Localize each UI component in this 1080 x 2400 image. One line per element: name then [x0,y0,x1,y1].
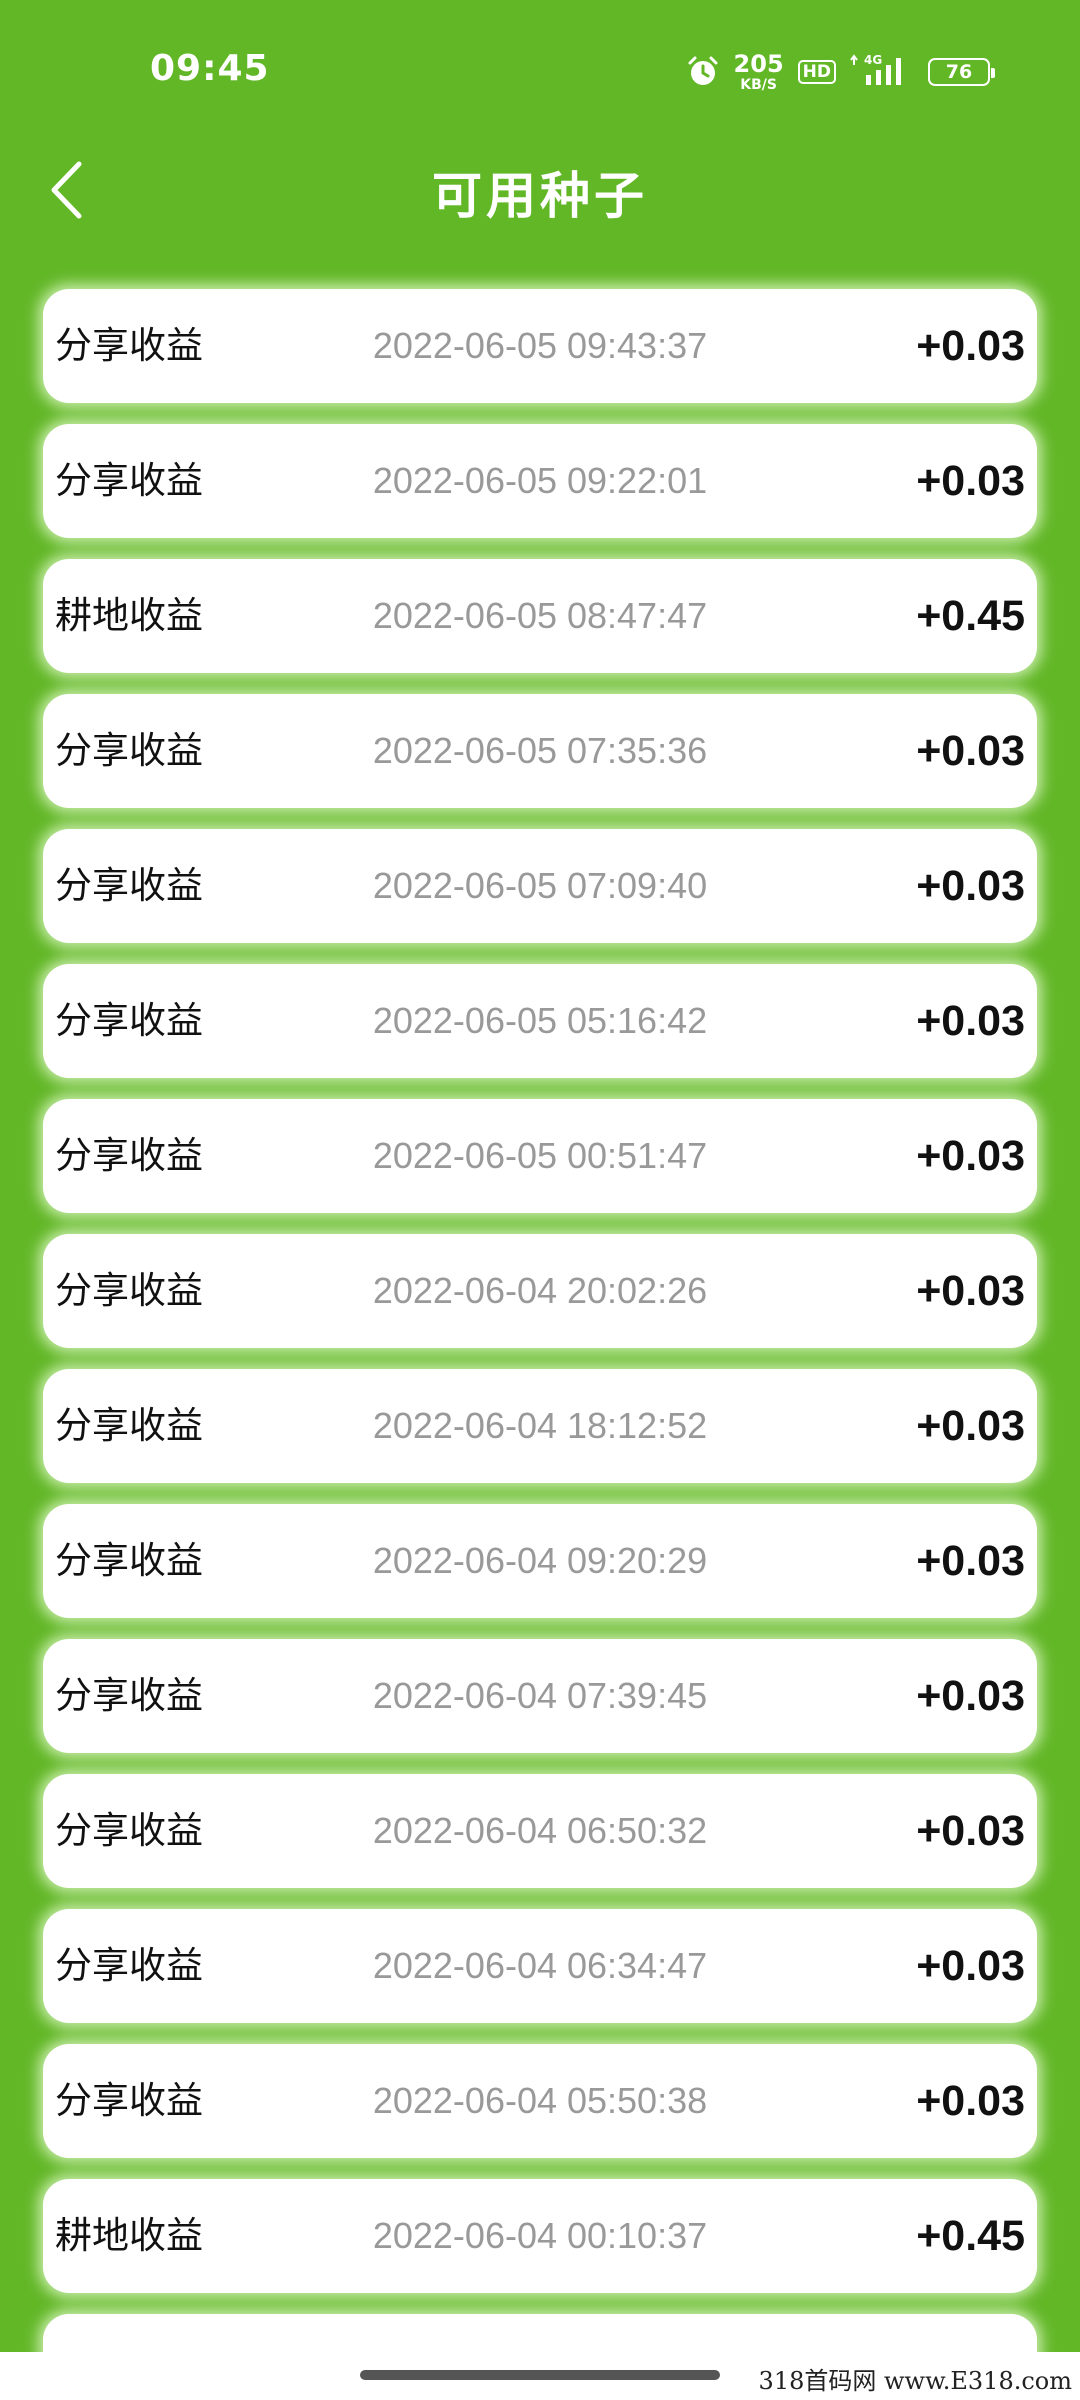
status-icons: 205 KB/S HD 4G 76 [686,50,995,94]
record-row[interactable]: 分享收益 2022-06-05 05:16:42 +0.03 [43,964,1037,1078]
record-amount: +0.03 [916,2077,1025,2125]
record-row[interactable]: 分享收益 2022-06-04 18:12:52 +0.03 [43,1369,1037,1483]
status-bar: 09:45 205 KB/S HD 4G 76 [0,0,1080,140]
record-row[interactable]: 分享收益 2022-06-04 09:20:29 +0.03 [43,1504,1037,1618]
record-row[interactable]: 分享收益 2022-06-05 07:09:40 +0.03 [43,829,1037,943]
record-time: 2022-06-05 07:35:36 [372,730,708,771]
record-amount: +0.03 [916,1132,1025,1180]
record-amount: +0.03 [916,1537,1025,1585]
record-time: 2022-06-05 09:43:37 [372,325,708,366]
record-row[interactable]: 分享收益 2022-06-05 00:51:47 +0.03 [43,1099,1037,1213]
record-time: 2022-06-04 06:34:47 [372,1945,708,1986]
network-type-label: 4G [864,53,882,67]
record-row[interactable]: 分享收益 2022-06-05 07:35:36 +0.03 [43,694,1037,808]
record-list[interactable]: 分享收益 2022-06-05 09:43:37 +0.03 分享收益 2022… [43,289,1037,2384]
record-time: 2022-06-04 20:02:26 [372,1270,708,1311]
signal-icon: 4G [850,53,914,91]
record-amount: +0.03 [916,322,1025,370]
record-amount: +0.03 [916,1807,1025,1855]
record-row[interactable]: 耕地收益 2022-06-05 08:47:47 +0.45 [43,559,1037,673]
battery-icon: 76 [928,58,995,86]
record-amount: +0.03 [916,727,1025,775]
home-indicator[interactable] [360,2370,720,2380]
net-speed-unit: KB/S [740,77,777,93]
record-time: 2022-06-05 09:22:01 [372,460,708,501]
record-amount: +0.03 [916,457,1025,505]
net-speed-value: 205 [733,50,784,78]
record-amount: +0.03 [916,1402,1025,1450]
record-time: 2022-06-04 09:20:29 [372,1540,708,1581]
watermark: 318首码网 www.E318.com [754,2361,1076,2396]
record-row[interactable]: 耕地收益 2022-06-04 00:10:37 +0.45 [43,2179,1037,2293]
record-time: 2022-06-05 07:09:40 [372,865,708,906]
hd-icon: HD [797,59,836,85]
record-amount: +0.45 [916,2212,1025,2260]
record-time: 2022-06-04 07:39:45 [372,1675,708,1716]
record-row[interactable]: 分享收益 2022-06-04 05:50:38 +0.03 [43,2044,1037,2158]
page-title: 可用种子 [432,167,648,225]
net-speed: 205 KB/S [734,52,784,92]
record-time: 2022-06-04 18:12:52 [372,1405,708,1446]
record-amount: +0.45 [916,592,1025,640]
record-time: 2022-06-05 08:47:47 [372,595,708,636]
record-amount: +0.03 [916,997,1025,1045]
record-row[interactable]: 分享收益 2022-06-04 06:34:47 +0.03 [43,1909,1037,2023]
battery-level: 76 [945,61,973,83]
record-time: 2022-06-04 05:50:38 [372,2080,708,2121]
record-row[interactable]: 分享收益 2022-06-05 09:22:01 +0.03 [43,424,1037,538]
record-time: 2022-06-05 00:51:47 [372,1135,708,1176]
record-row[interactable]: 分享收益 2022-06-04 20:02:26 +0.03 [43,1234,1037,1348]
header: 可用种子 [0,140,1080,260]
record-amount: +0.03 [916,862,1025,910]
record-row[interactable]: 分享收益 2022-06-05 09:43:37 +0.03 [43,289,1037,403]
status-time: 09:45 [150,48,270,89]
record-row[interactable]: 分享收益 2022-06-04 07:39:45 +0.03 [43,1639,1037,1753]
alarm-icon [686,55,720,89]
record-amount: +0.03 [916,1672,1025,1720]
record-time: 2022-06-04 00:10:37 [372,2215,708,2256]
record-amount: +0.03 [916,1267,1025,1315]
record-time: 2022-06-04 06:50:32 [372,1810,708,1851]
record-time: 2022-06-05 05:16:42 [372,1000,708,1041]
record-amount: +0.03 [916,1942,1025,1990]
record-row[interactable]: 分享收益 2022-06-04 06:50:32 +0.03 [43,1774,1037,1888]
